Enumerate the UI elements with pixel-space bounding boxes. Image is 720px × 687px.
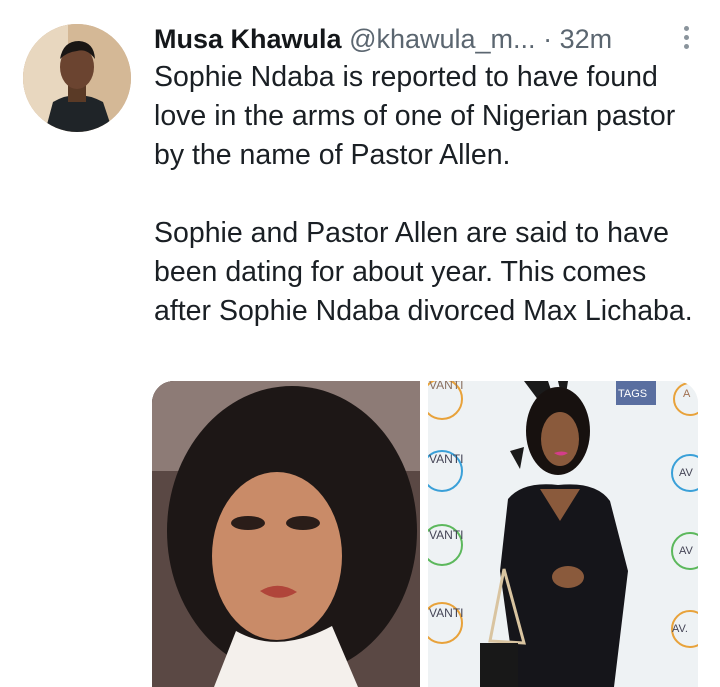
backdrop-logo-1: VANTI — [429, 381, 463, 392]
author-handle[interactable]: @khawula_m... — [349, 24, 535, 54]
backdrop-tags: TAGS — [618, 388, 647, 400]
separator-dot: · — [543, 24, 553, 54]
tweet-header: Musa Khawula @khawula_m... · 32m — [154, 20, 694, 60]
backdrop-right-3: AV — [679, 545, 694, 557]
tweet-card[interactable]: Musa Khawula @khawula_m... · 32m Sophie … — [0, 0, 720, 687]
media-gallery[interactable]: VANTI VANTI VANTI VANTI A AV AV AV. TAGS — [152, 381, 698, 687]
backdrop-logo-3: VANTI — [429, 528, 463, 542]
timestamp[interactable]: 32m — [560, 24, 613, 54]
backdrop-logo-2: VANTI — [429, 452, 463, 466]
tweet-paragraph-2: Sophie and Pastor Allen are said to have… — [154, 217, 693, 327]
backdrop-right-2: AV — [679, 467, 694, 479]
backdrop-right-1: A — [683, 388, 691, 400]
author-avatar[interactable] — [23, 24, 131, 132]
tweet-paragraph-1: Sophie Ndaba is reported to have found l… — [154, 61, 676, 171]
backdrop-right-4: AV. — [672, 623, 688, 635]
backdrop-logo-4: VANTI — [429, 606, 463, 620]
author-name[interactable]: Musa Khawula — [154, 24, 342, 54]
event-photo[interactable]: VANTI VANTI VANTI VANTI A AV AV AV. TAGS — [421, 381, 698, 687]
selfie-photo[interactable] — [152, 381, 420, 687]
tweet-text: Sophie Ndaba is reported to have found l… — [154, 58, 702, 331]
more-vertical-icon[interactable] — [680, 26, 692, 52]
